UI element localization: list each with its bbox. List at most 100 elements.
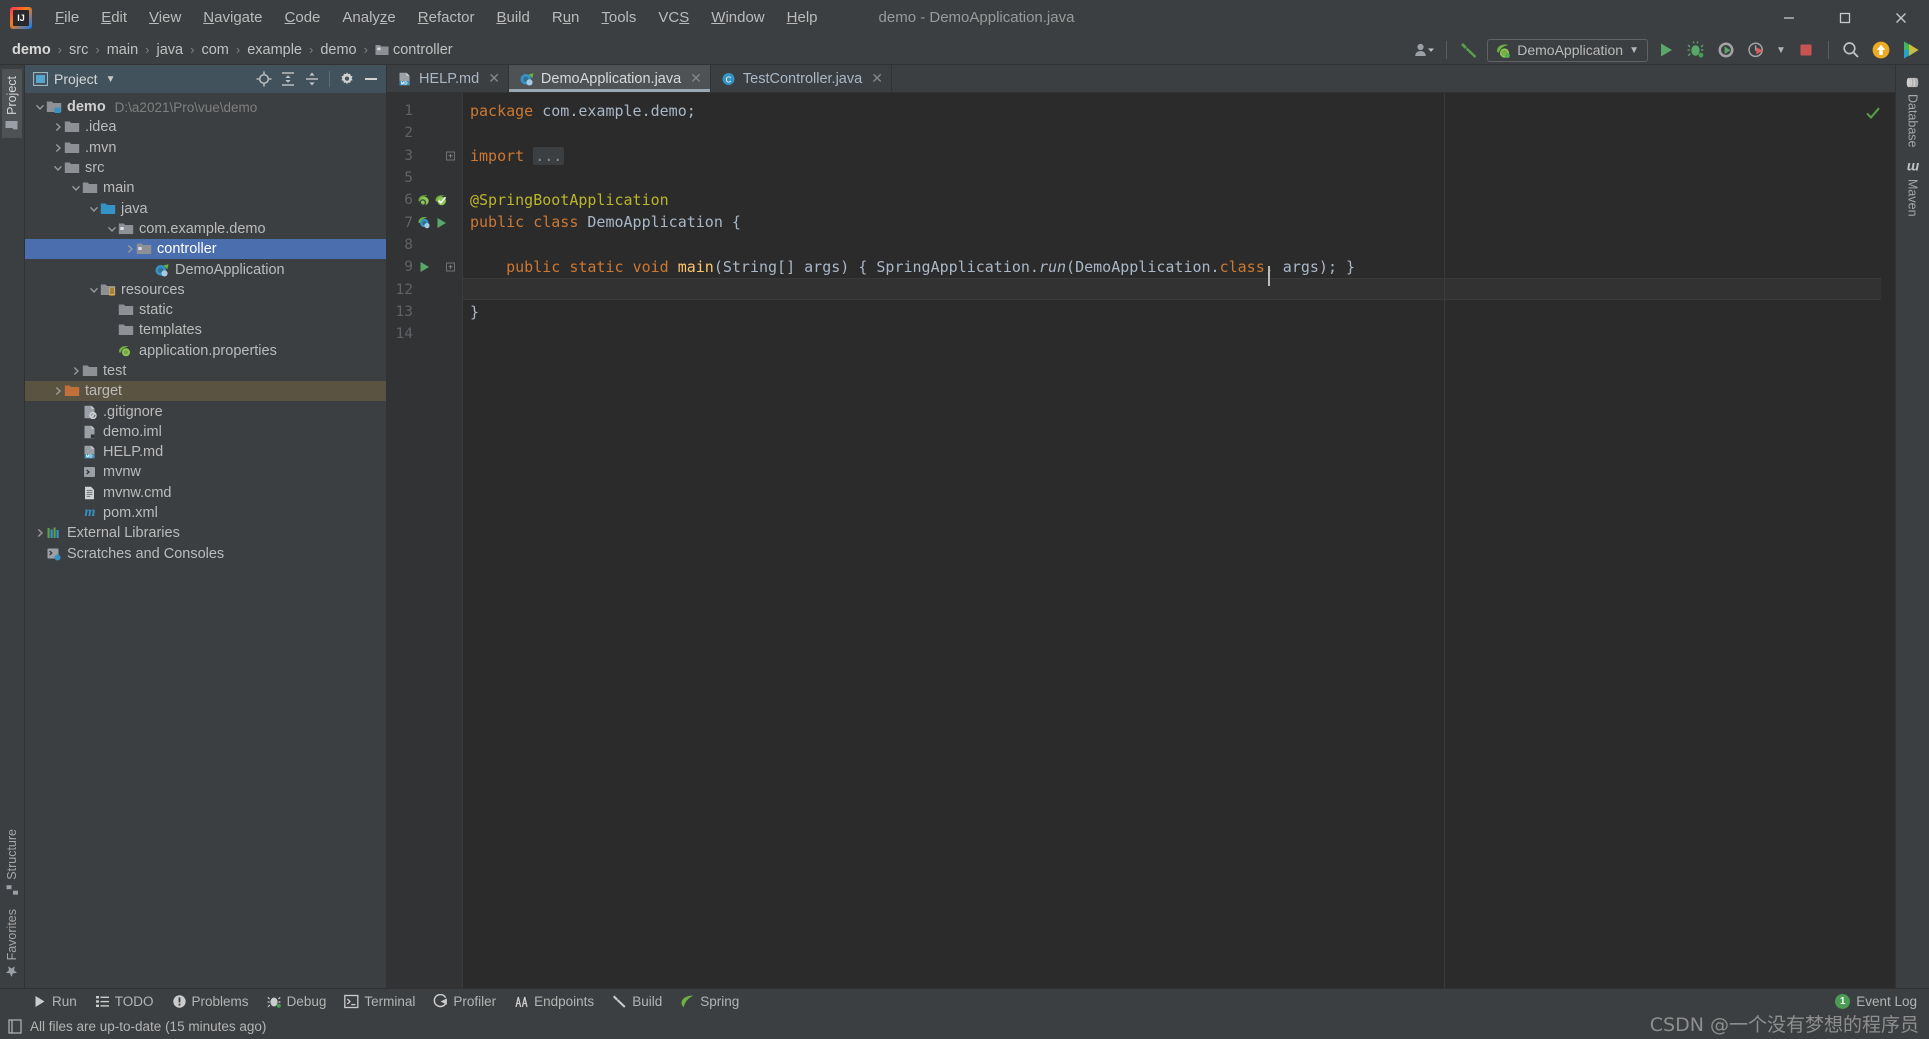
gutter-line-7[interactable]: 7 (387, 211, 462, 233)
code-editor[interactable]: 123+56789+121314 package com.example.dem… (387, 93, 1895, 988)
tree-node-pom-xml[interactable]: mpom.xml (25, 503, 386, 523)
menu-item-tools[interactable]: Tools (590, 6, 647, 29)
inspections-ok-checkmark-icon[interactable] (1865, 105, 1881, 121)
chevron-right-icon[interactable] (51, 385, 64, 398)
profile-dropdown-icon[interactable]: ▼ (1774, 38, 1788, 62)
menu-item-analyze[interactable]: Analyze (331, 6, 406, 29)
build-hammer-icon[interactable] (1457, 38, 1481, 62)
menu-item-refactor[interactable]: Refactor (407, 6, 486, 29)
chevron-right-icon[interactable] (33, 527, 46, 540)
breadcrumb-item-com[interactable]: com (197, 40, 232, 60)
run-with-coverage-button[interactable] (1714, 38, 1738, 62)
code-viewport[interactable]: package com.example.demo; import ... @Sp… (462, 93, 1881, 988)
gutter-marks[interactable] (417, 215, 448, 230)
tree-node-help-md[interactable]: MDHELP.md (25, 442, 386, 462)
chevron-right-icon[interactable] (51, 121, 64, 134)
hide-panel-icon[interactable] (360, 68, 382, 90)
tree-node-test[interactable]: test (25, 361, 386, 381)
spring-bean-icon[interactable] (417, 193, 432, 208)
tree-node-target[interactable]: target (25, 381, 386, 401)
menu-item-navigate[interactable]: Navigate (192, 6, 273, 29)
gutter-marks[interactable] (417, 260, 431, 274)
gutter-line-14[interactable]: 14 (387, 323, 462, 345)
menu-item-help[interactable]: Help (776, 6, 829, 29)
tree-node-demo[interactable]: demoD:\a2021\Pro\vue\demo (25, 97, 386, 117)
tool-window-button-endpoints[interactable]: Endpoints (506, 991, 602, 1012)
gutter-line-12[interactable]: 12 (387, 278, 462, 300)
gutter-line-3[interactable]: 3+ (387, 145, 462, 167)
sidebar-item-database[interactable]: Database (1903, 69, 1923, 155)
editor-tab-testcontroller-java[interactable]: CTestController.java✕ (711, 65, 892, 92)
collapse-all-icon[interactable] (301, 68, 323, 90)
sidebar-item-structure[interactable]: Structure (2, 822, 22, 902)
tree-node-application-properties[interactable]: application.properties (25, 341, 386, 361)
expand-all-icon[interactable] (277, 68, 299, 90)
tree-node-demo-iml[interactable]: demo.iml (25, 422, 386, 442)
locate-target-icon[interactable] (253, 68, 275, 90)
tree-node-demoapplication[interactable]: DemoApplication (25, 259, 386, 279)
tree-node--mvn[interactable]: .mvn (25, 138, 386, 158)
menu-item-file[interactable]: File (44, 6, 90, 29)
chevron-right-icon[interactable] (123, 243, 136, 256)
editor-gutter[interactable]: 123+56789+121314 (387, 93, 462, 988)
chevron-right-icon[interactable] (51, 141, 64, 154)
chevron-down-icon[interactable] (69, 182, 82, 195)
tree-node-mvnw[interactable]: mvnw (25, 462, 386, 482)
editor-tab-help-md[interactable]: MDHELP.md✕ (387, 65, 509, 92)
chevron-right-icon[interactable] (69, 365, 82, 378)
run-play-icon[interactable] (434, 216, 448, 230)
spring-config-check-icon[interactable] (434, 193, 449, 208)
tool-window-button-profiler[interactable]: Profiler (425, 991, 504, 1012)
tree-node-com-example-demo[interactable]: com.example.demo (25, 219, 386, 239)
sidebar-item-maven[interactable]: m Maven (1902, 155, 1924, 224)
tree-node-controller[interactable]: controller (25, 239, 386, 259)
gutter-line-8[interactable]: 8 (387, 234, 462, 256)
tree-node--gitignore[interactable]: .gitignore (25, 401, 386, 421)
tool-window-button-problems[interactable]: Problems (164, 991, 257, 1012)
run-configuration-selector[interactable]: DemoApplication ▼ (1487, 39, 1648, 62)
gutter-line-6[interactable]: 6 (387, 189, 462, 211)
source-code[interactable]: package com.example.demo; import ... @Sp… (462, 93, 1881, 345)
menu-item-run[interactable]: Run (541, 6, 591, 29)
tool-window-button-terminal[interactable]: Terminal (336, 991, 423, 1012)
tree-node-static[interactable]: static (25, 300, 386, 320)
maximize-button[interactable] (1817, 0, 1873, 35)
gutter-line-1[interactable]: 1 (387, 100, 462, 122)
editor-tab-demoapplication-java[interactable]: DemoApplication.java✕ (509, 65, 711, 92)
tree-node-java[interactable]: java (25, 198, 386, 218)
tree-node-main[interactable]: main (25, 178, 386, 198)
menu-item-code[interactable]: Code (274, 6, 332, 29)
sidebar-item-favorites[interactable]: Favorites (2, 902, 22, 984)
breadcrumb-item-main[interactable]: main (103, 40, 142, 60)
chevron-down-icon[interactable] (33, 101, 46, 114)
tree-node-src[interactable]: src (25, 158, 386, 178)
chevron-down-icon[interactable] (51, 162, 64, 175)
ide-feature-icon[interactable] (1899, 38, 1923, 62)
tool-window-button-spring[interactable]: Spring (672, 991, 747, 1012)
tree-node-scratches-and-consoles[interactable]: Scratches and Consoles (25, 544, 386, 564)
chevron-down-icon[interactable] (105, 222, 118, 235)
gutter-line-5[interactable]: 5 (387, 167, 462, 189)
debug-button[interactable] (1684, 38, 1708, 62)
sidebar-item-project[interactable]: Project (2, 69, 22, 138)
profile-button[interactable] (1744, 38, 1768, 62)
fold-expand-icon[interactable]: + (446, 263, 455, 272)
close-tab-icon[interactable]: ✕ (871, 70, 883, 87)
chevron-down-icon[interactable]: ▼ (106, 74, 116, 85)
chevron-down-icon[interactable]: ▼ (1629, 45, 1639, 56)
close-tab-icon[interactable]: ✕ (488, 70, 500, 87)
menu-item-window[interactable]: Window (700, 6, 775, 29)
tree-node-resources[interactable]: resources (25, 280, 386, 300)
event-log-area[interactable]: 1 Event Log (1835, 994, 1929, 1009)
gutter-line-9[interactable]: 9+ (387, 256, 462, 278)
menu-item-view[interactable]: View (138, 6, 192, 29)
menu-item-edit[interactable]: Edit (90, 6, 138, 29)
tool-window-button-run[interactable]: Run (24, 991, 85, 1012)
tool-window-button-todo[interactable]: TODO (87, 991, 162, 1012)
breadcrumb-item-controller[interactable]: controller (371, 40, 457, 60)
breadcrumb-item-src[interactable]: src (65, 40, 92, 60)
editor-scrollbar[interactable] (1881, 93, 1895, 988)
search-everywhere-icon[interactable] (1839, 38, 1863, 62)
gutter-line-2[interactable]: 2 (387, 122, 462, 144)
spring-boot-icon[interactable] (417, 215, 432, 230)
